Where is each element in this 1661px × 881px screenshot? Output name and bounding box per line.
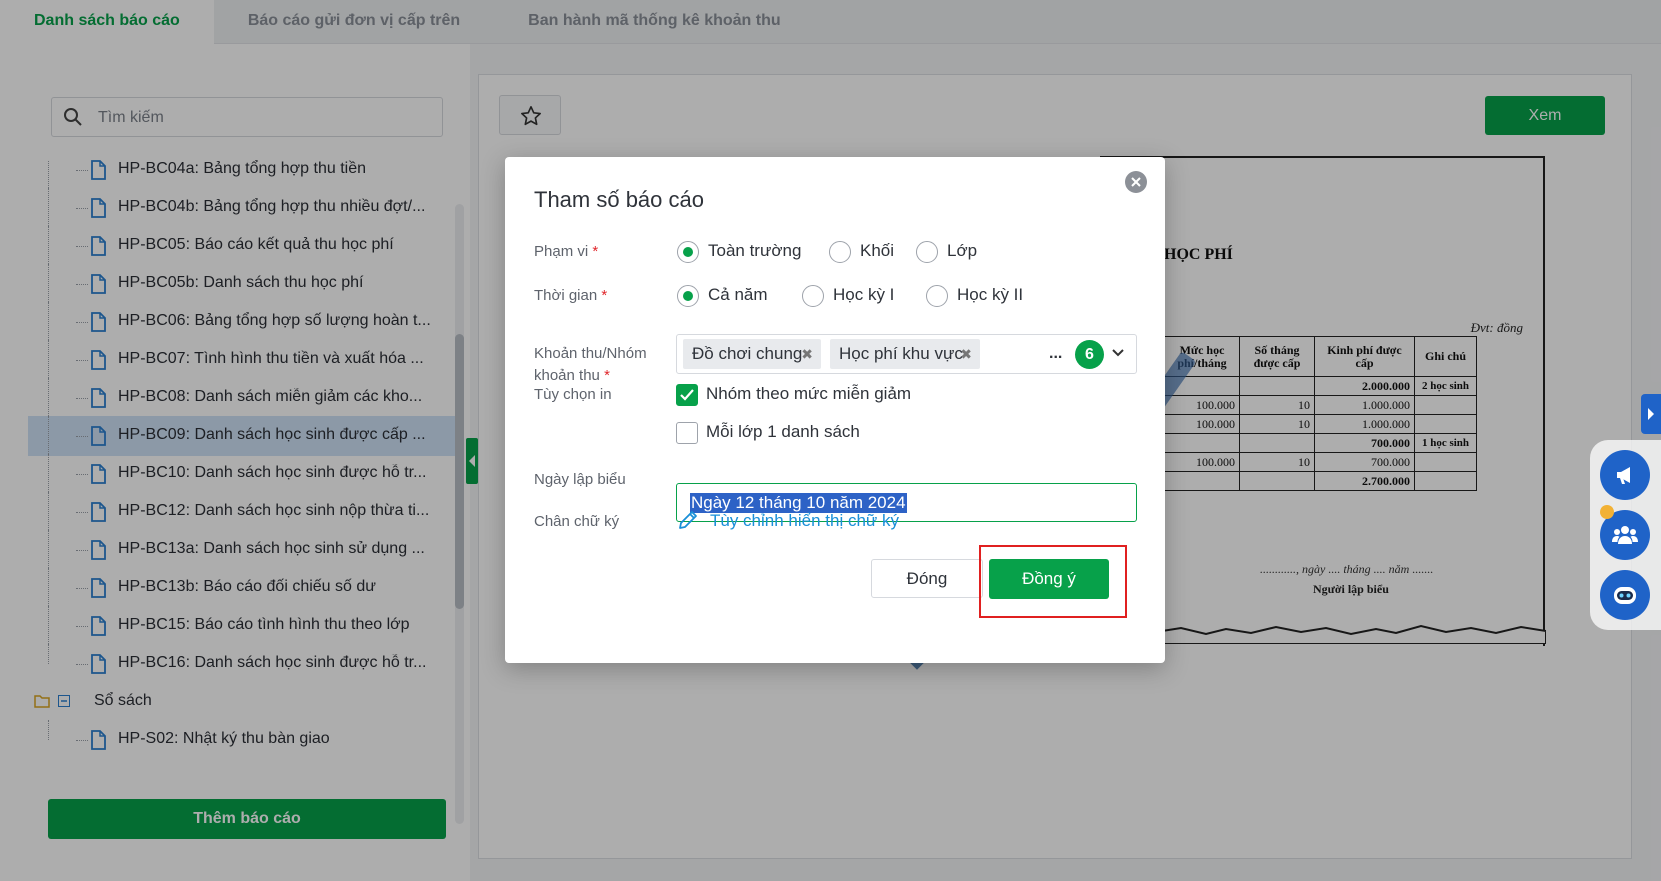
pencil-icon[interactable] — [676, 508, 700, 532]
scope-option-label: Toàn trường — [708, 241, 802, 260]
scope-radio-whole-school[interactable] — [677, 241, 699, 263]
scope-label: Phạm vi * — [534, 243, 599, 260]
group-icon — [1612, 526, 1638, 544]
group-by-discount-checkbox[interactable] — [676, 384, 698, 406]
checkbox-label: Mỗi lớp 1 danh sách — [706, 422, 860, 441]
report-params-dialog: Tham số báo cáo Phạm vi * Toàn trường Kh… — [505, 157, 1165, 663]
floating-widget-panel — [1590, 440, 1661, 630]
scope-radio-grade[interactable] — [829, 241, 851, 263]
time-radio-semester-2[interactable] — [926, 285, 948, 307]
time-label: Thời gian * — [534, 287, 608, 304]
fee-chip: Học phí khu vực ✖ — [830, 339, 980, 369]
more-chips-indicator: ... — [1049, 345, 1063, 362]
scope-radio-class[interactable] — [916, 241, 938, 263]
selected-count-badge: 6 — [1075, 340, 1104, 369]
signature-label: Chân chữ ký — [534, 513, 620, 530]
dialog-title: Tham số báo cáo — [534, 187, 704, 212]
remove-chip-icon[interactable]: ✖ — [801, 339, 813, 369]
feedback-button[interactable] — [1600, 450, 1650, 500]
print-options-label: Tùy chọn in — [534, 386, 612, 403]
scope-option-label: Lớp — [947, 241, 978, 260]
time-option-label: Cả năm — [708, 285, 768, 304]
chevron-down-icon[interactable] — [1111, 346, 1125, 360]
robot-icon — [1614, 587, 1636, 604]
remove-chip-icon[interactable]: ✖ — [960, 339, 972, 369]
customize-signature-link[interactable]: Tùy chỉnh hiển thị chữ ký — [710, 511, 899, 531]
assistant-bot-button[interactable] — [1600, 570, 1650, 620]
fee-multiselect[interactable]: Đồ chơi chung ✖ Học phí khu vực ✖ ... 6 — [676, 334, 1137, 374]
scope-option-label: Khối — [860, 241, 895, 260]
expand-side-panel-toggle[interactable] — [1641, 394, 1661, 434]
close-button[interactable]: Đóng — [871, 559, 983, 598]
fee-label: Khoản thu/Nhóm khoản thu * — [534, 345, 647, 384]
time-option-label: Học kỳ II — [957, 285, 1024, 304]
close-icon — [1131, 177, 1141, 187]
time-option-label: Học kỳ I — [833, 285, 895, 304]
fee-chip: Đồ chơi chung ✖ — [683, 339, 821, 369]
time-radio-full-year[interactable] — [677, 285, 699, 307]
date-label: Ngày lập biểu — [534, 471, 626, 488]
megaphone-icon — [1617, 467, 1630, 484]
close-dialog-button[interactable] — [1125, 171, 1147, 193]
check-icon — [680, 389, 694, 401]
selected-date-text: Ngày 12 tháng 10 năm 2024 — [690, 493, 907, 513]
checkbox-label: Nhóm theo mức miễn giảm — [706, 384, 912, 403]
notification-dot — [1600, 505, 1614, 519]
one-list-per-class-checkbox[interactable] — [676, 422, 698, 444]
ok-button[interactable]: Đồng ý — [989, 559, 1109, 599]
time-radio-semester-1[interactable] — [802, 285, 824, 307]
